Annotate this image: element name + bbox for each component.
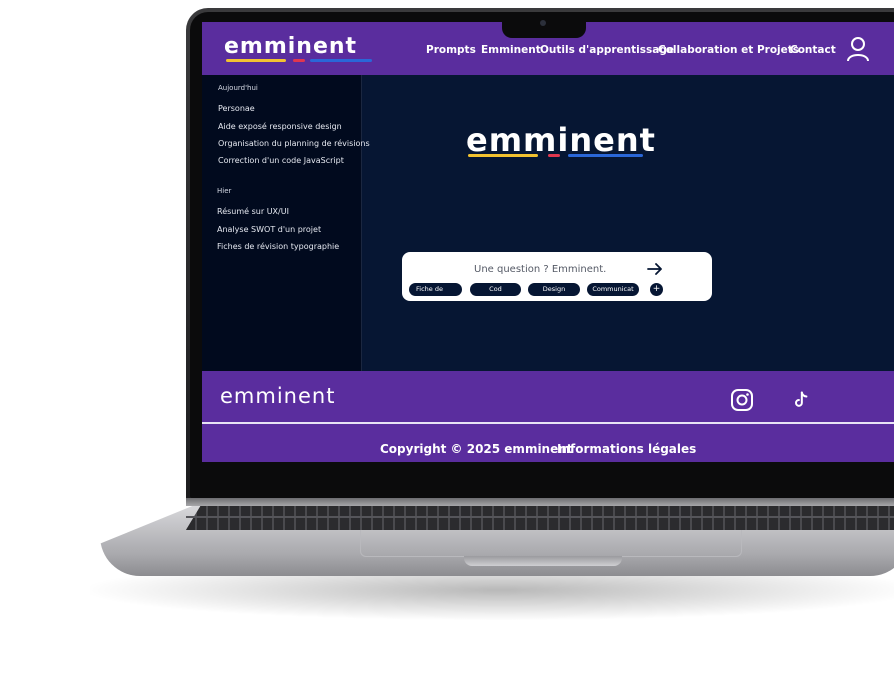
footer-divider xyxy=(202,422,894,424)
logo-red-stroke xyxy=(293,59,305,62)
chip-label: Cod xyxy=(489,285,502,293)
suggestion-chip-design[interactable]: Design xyxy=(528,283,580,296)
sidebar-item-swot[interactable]: Analyse SWOT d'un projet xyxy=(217,225,321,234)
trackpad xyxy=(360,530,742,557)
main-logo-underline xyxy=(468,154,643,157)
sidebar-item-ux-ui[interactable]: Résumé sur UX/UI xyxy=(217,207,289,216)
camera-icon xyxy=(540,20,546,26)
sidebar-item-personae[interactable]: Personae xyxy=(218,104,255,113)
tiktok-icon[interactable] xyxy=(791,390,811,410)
nav-link-prompts[interactable]: Prompts xyxy=(426,44,476,56)
history-sidebar: Aujourd'hui Personae Aide exposé respons… xyxy=(202,75,370,371)
chip-label: Design xyxy=(542,285,566,293)
camera-notch xyxy=(502,14,586,38)
user-icon[interactable] xyxy=(846,36,870,62)
nav-link-emminent[interactable]: Emminent xyxy=(481,44,541,56)
screen: emminent Prompts Emminent Outils d'appre… xyxy=(202,22,894,462)
chip-label: Fiche de xyxy=(416,285,443,293)
header-logo[interactable]: emminent xyxy=(224,34,357,59)
sidebar-item-planning[interactable]: Organisation du planning de révisions xyxy=(218,139,370,148)
sidebar-item-responsive-design[interactable]: Aide exposé responsive design xyxy=(218,122,342,131)
laptop-hinge xyxy=(186,498,894,506)
plus-icon[interactable]: + xyxy=(650,283,663,296)
sidebar-item-typographie[interactable]: Fiches de révision typographie xyxy=(217,242,339,251)
copyright-text: Copyright © 2025 emminent xyxy=(380,442,573,456)
footer-logo[interactable]: emminent xyxy=(220,384,335,408)
suggestion-chip-code[interactable]: Cod xyxy=(470,283,521,296)
keyboard-row-divider xyxy=(186,516,894,518)
chip-label: Communicat xyxy=(592,285,634,293)
suggestion-chip-fiche[interactable]: Fiche de xyxy=(409,283,462,296)
logo-yellow-stroke xyxy=(226,59,286,62)
prompt-placeholder[interactable]: Une question ? Emminent. xyxy=(474,264,606,275)
nav-link-collaboration[interactable]: Collaboration et Projets xyxy=(658,44,799,56)
nav-link-outils[interactable]: Outils d'apprentissage xyxy=(540,44,674,56)
sidebar-heading-yesterday: Hier xyxy=(217,187,232,195)
main-logo-yellow-stroke xyxy=(468,154,538,157)
keyboard xyxy=(186,506,894,530)
suggestion-chip-communication[interactable]: Communicat xyxy=(587,283,639,296)
arrow-right-icon[interactable] xyxy=(647,263,663,275)
legal-info-link[interactable]: Informations légales xyxy=(557,442,696,456)
logo-blue-stroke xyxy=(310,59,372,62)
main-logo-red-stroke xyxy=(548,154,560,157)
sidebar-heading-today: Aujourd'hui xyxy=(218,84,258,92)
prompt-input-box[interactable]: Une question ? Emminent. Fiche de Cod De… xyxy=(402,252,712,301)
nav-link-contact[interactable]: Contact xyxy=(790,44,836,56)
main-logo-blue-stroke xyxy=(568,154,643,157)
footer: emminent Copyright © 2025 emminent Infor… xyxy=(202,371,894,462)
header-logo-underline xyxy=(226,59,372,62)
instagram-icon[interactable] xyxy=(730,388,754,412)
laptop-lip xyxy=(464,556,622,566)
sidebar-item-javascript[interactable]: Correction d'un code JavaScript xyxy=(218,156,344,165)
